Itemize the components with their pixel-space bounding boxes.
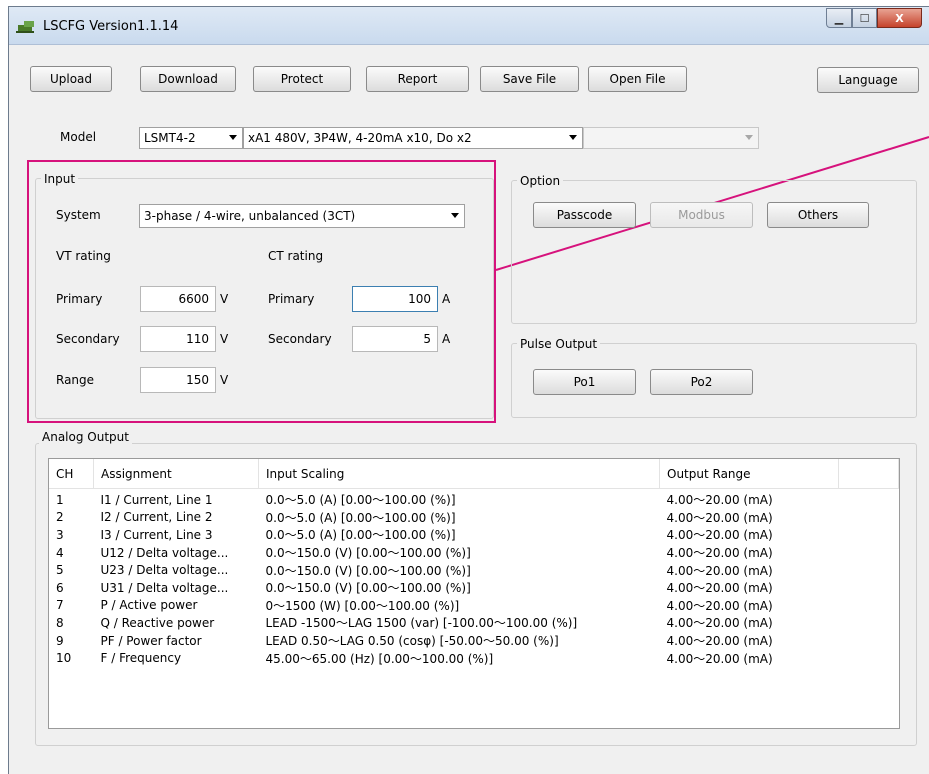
cell-output-range: 4.00〜20.00 (mA) <box>666 616 773 631</box>
table-row[interactable]: 9 PF / Power factor LEAD 0.50〜LAG 0.50 (co… <box>49 632 899 650</box>
column-header-filler <box>838 459 899 489</box>
cell-output-range: 4.00〜20.00 (mA) <box>666 493 773 508</box>
cell-assignment: F / Frequency <box>100 651 182 666</box>
cell-filler <box>839 561 899 579</box>
language-button[interactable]: Language <box>817 67 919 93</box>
cell-filler <box>839 489 899 509</box>
save-file-button[interactable]: Save File <box>480 66 579 92</box>
column-header-assignment[interactable]: Assignment <box>93 459 259 489</box>
cell-output-range: 4.00〜20.00 (mA) <box>666 563 773 578</box>
table-row[interactable]: 3 I3 / Current, Line 3 0.0〜5.0 (A) [0.00〜1… <box>49 526 899 544</box>
app-icon <box>16 21 34 33</box>
column-header-input-scaling[interactable]: Input Scaling <box>258 459 660 489</box>
download-button[interactable]: Download <box>140 66 236 92</box>
modbus-button[interactable]: Modbus <box>650 202 753 228</box>
cell-input-scaling: 0.0〜5.0 (A) [0.00〜100.00 (%)] <box>265 510 456 525</box>
model-select[interactable]: LSMT4-2 <box>139 127 243 149</box>
cell-filler <box>839 579 899 597</box>
cell-filler <box>839 614 899 632</box>
cell-assignment: I3 / Current, Line 3 <box>100 527 213 542</box>
cell-output-range: 4.00〜20.00 (mA) <box>666 546 773 561</box>
cell-ch: 1 <box>56 492 64 507</box>
table-row[interactable]: 8 Q / Reactive power LEAD -1500〜LAG 1500 (… <box>49 614 899 632</box>
cell-ch: 3 <box>56 527 64 542</box>
app-window: LSCFG Version1.1.14 ▁ ☐ X Upload Downloa… <box>8 6 929 774</box>
cell-filler <box>839 509 899 527</box>
table-row[interactable]: 7 P / Active power 0〜1500 (W) [0.00〜100.00… <box>49 597 899 615</box>
config-select-value: xA1 480V, 3P4W, 4-20mA x10, Do x2 <box>248 131 472 145</box>
po1-button[interactable]: Po1 <box>533 369 636 395</box>
table-row[interactable]: 2 I2 / Current, Line 2 0.0〜5.0 (A) [0.00〜1… <box>49 509 899 527</box>
minimize-button[interactable]: ▁ <box>826 8 852 28</box>
cell-filler <box>839 632 899 650</box>
cell-assignment: Q / Reactive power <box>100 615 215 630</box>
table-row[interactable]: 1 I1 / Current, Line 1 0.0〜5.0 (A) [0.00〜1… <box>49 489 899 509</box>
cell-filler <box>839 597 899 615</box>
others-button[interactable]: Others <box>767 202 869 228</box>
cell-ch: 2 <box>56 510 64 525</box>
cell-ch: 8 <box>56 615 64 630</box>
model-label: Model <box>60 130 97 144</box>
table-body: 1 I1 / Current, Line 1 0.0〜5.0 (A) [0.00〜1… <box>49 489 899 667</box>
cell-output-range: 4.00〜20.00 (mA) <box>666 634 773 649</box>
cell-ch: 10 <box>56 651 72 666</box>
table-row[interactable]: 5 U23 / Delta voltage... 0.0〜150.0 (V) [0.… <box>49 561 899 579</box>
cell-input-scaling: LEAD 0.50〜LAG 0.50 (cosφ) [-50.00〜50.00 … <box>265 634 559 649</box>
cell-output-range: 4.00〜20.00 (mA) <box>666 510 773 525</box>
maximize-button[interactable]: ☐ <box>852 8 877 28</box>
upload-button[interactable]: Upload <box>30 66 112 92</box>
close-button[interactable]: X <box>877 8 922 28</box>
pulse-output-group-title: Pulse Output <box>517 337 601 351</box>
table-row[interactable]: 6 U31 / Delta voltage... 0.0〜150.0 (V) [0.… <box>49 579 899 597</box>
cell-ch: 6 <box>56 580 64 595</box>
cell-assignment: U31 / Delta voltage... <box>100 580 229 595</box>
column-header-ch[interactable]: CH <box>49 459 94 489</box>
report-button[interactable]: Report <box>366 66 469 92</box>
cell-filler <box>839 544 899 562</box>
cell-assignment: I1 / Current, Line 1 <box>100 492 213 507</box>
cell-input-scaling: 0〜1500 (W) [0.00〜100.00 (%)] <box>265 598 460 613</box>
cell-assignment: U12 / Delta voltage... <box>100 545 229 560</box>
cell-assignment: U23 / Delta voltage... <box>100 563 229 578</box>
option-group-title: Option <box>517 174 564 188</box>
cell-ch: 9 <box>56 633 64 648</box>
cell-input-scaling: 0.0〜150.0 (V) [0.00〜100.00 (%)] <box>265 581 471 596</box>
chevron-down-icon <box>229 135 237 140</box>
cell-input-scaling: 45.00〜65.00 (Hz) [0.00〜100.00 (%)] <box>265 651 494 666</box>
analog-output-table[interactable]: CH Assignment Input Scaling Output Range… <box>48 458 900 729</box>
cell-output-range: 4.00〜20.00 (mA) <box>666 528 773 543</box>
protect-button[interactable]: Protect <box>253 66 351 92</box>
title-bar[interactable]: LSCFG Version1.1.14 ▁ ☐ X <box>9 7 929 45</box>
cell-input-scaling: 0.0〜5.0 (A) [0.00〜100.00 (%)] <box>265 493 456 508</box>
analog-output-grid: CH Assignment Input Scaling Output Range… <box>49 459 899 667</box>
highlight-box <box>27 160 496 423</box>
po2-button[interactable]: Po2 <box>650 369 753 395</box>
table-row[interactable]: 4 U12 / Delta voltage... 0.0〜150.0 (V) [0.… <box>49 544 899 562</box>
cell-output-range: 4.00〜20.00 (mA) <box>666 581 773 596</box>
table-header-row: CH Assignment Input Scaling Output Range <box>49 459 899 489</box>
cell-assignment: P / Active power <box>100 598 198 613</box>
window-title: LSCFG Version1.1.14 <box>43 19 179 34</box>
cell-ch: 4 <box>56 545 64 560</box>
model-select-value: LSMT4-2 <box>144 131 196 145</box>
cell-input-scaling: 0.0〜150.0 (V) [0.00〜100.00 (%)] <box>265 546 471 561</box>
cell-ch: 7 <box>56 598 64 613</box>
cell-ch: 5 <box>56 563 64 578</box>
cell-assignment: PF / Power factor <box>100 633 202 648</box>
analog-output-group-title: Analog Output <box>39 430 132 444</box>
column-header-output-range[interactable]: Output Range <box>659 459 839 489</box>
cell-assignment: I2 / Current, Line 2 <box>100 510 213 525</box>
open-file-button[interactable]: Open File <box>588 66 687 92</box>
cell-input-scaling: 0.0〜150.0 (V) [0.00〜100.00 (%)] <box>265 563 471 578</box>
table-row[interactable]: 10 F / Frequency 45.00〜65.00 (Hz) [0.00〜10… <box>49 649 899 667</box>
passcode-button[interactable]: Passcode <box>533 202 636 228</box>
cell-output-range: 4.00〜20.00 (mA) <box>666 651 773 666</box>
cell-input-scaling: 0.0〜5.0 (A) [0.00〜100.00 (%)] <box>265 528 456 543</box>
cell-input-scaling: LEAD -1500〜LAG 1500 (var) [-100.00〜100.0… <box>265 616 578 631</box>
cell-output-range: 4.00〜20.00 (mA) <box>666 598 773 613</box>
cell-filler <box>839 649 899 667</box>
cell-filler <box>839 526 899 544</box>
